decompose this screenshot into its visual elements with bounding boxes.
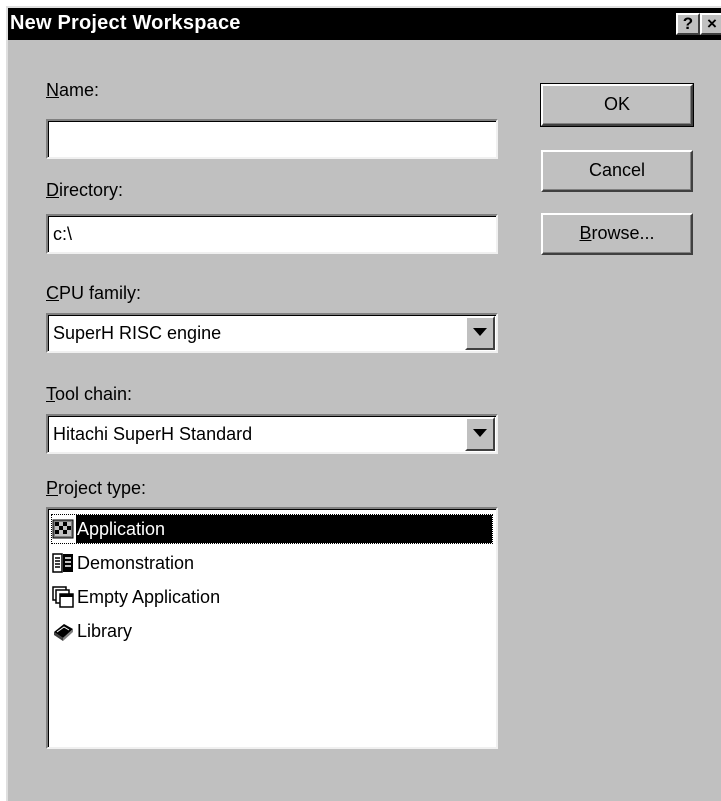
list-item-application[interactable]: Application bbox=[51, 514, 493, 544]
tool-chain-dropdown-button[interactable] bbox=[465, 417, 495, 451]
list-item-label: Demonstration bbox=[77, 553, 195, 573]
chevron-down-icon bbox=[473, 429, 487, 437]
window-title: New Project Workspace bbox=[10, 12, 241, 34]
title-bar[interactable]: New Project Workspace ? × bbox=[8, 8, 721, 40]
directory-label: Directory: bbox=[46, 180, 124, 200]
tool-chain-label: Tool chain: bbox=[46, 384, 133, 404]
close-icon: × bbox=[707, 14, 717, 33]
cpu-family-label: CPU family: bbox=[46, 283, 142, 303]
cpu-family-dropdown[interactable]: SuperH RISC engine bbox=[46, 313, 498, 353]
browse-button[interactable]: Browse... bbox=[541, 213, 693, 255]
tool-chain-dropdown[interactable]: Hitachi SuperH Standard bbox=[46, 414, 498, 454]
library-icon bbox=[54, 624, 73, 641]
cancel-button[interactable]: Cancel bbox=[541, 150, 693, 192]
chevron-down-icon bbox=[473, 328, 487, 336]
list-item-label: Library bbox=[77, 621, 133, 641]
application-icon bbox=[52, 519, 74, 539]
directory-input-value: c:\ bbox=[53, 224, 73, 244]
new-project-workspace-dialog: New Project Workspace ? × Name: Director… bbox=[6, 6, 721, 801]
list-item-label: Application bbox=[76, 515, 492, 543]
project-type-label: Project type: bbox=[46, 478, 147, 498]
empty-application-icon bbox=[52, 586, 74, 608]
project-type-list[interactable]: Application Demonstration Empty Applicat… bbox=[46, 507, 498, 749]
list-item-empty-application[interactable]: Empty Application bbox=[52, 583, 492, 611]
demonstration-icon bbox=[52, 553, 73, 573]
list-item-label: Empty Application bbox=[77, 587, 221, 607]
name-label: Name: bbox=[46, 80, 100, 100]
list-item-demonstration[interactable]: Demonstration bbox=[52, 549, 492, 577]
close-button[interactable]: × bbox=[700, 13, 721, 35]
directory-input[interactable]: c:\ bbox=[46, 214, 498, 254]
tool-chain-selected: Hitachi SuperH Standard bbox=[53, 424, 253, 444]
ok-button[interactable]: OK bbox=[540, 83, 694, 127]
cpu-family-dropdown-button[interactable] bbox=[465, 316, 495, 350]
name-input[interactable] bbox=[46, 119, 498, 159]
cpu-family-selected: SuperH RISC engine bbox=[53, 323, 222, 343]
help-icon: ? bbox=[682, 14, 694, 33]
help-button[interactable]: ? bbox=[676, 13, 700, 35]
list-item-library[interactable]: Library bbox=[52, 617, 492, 645]
